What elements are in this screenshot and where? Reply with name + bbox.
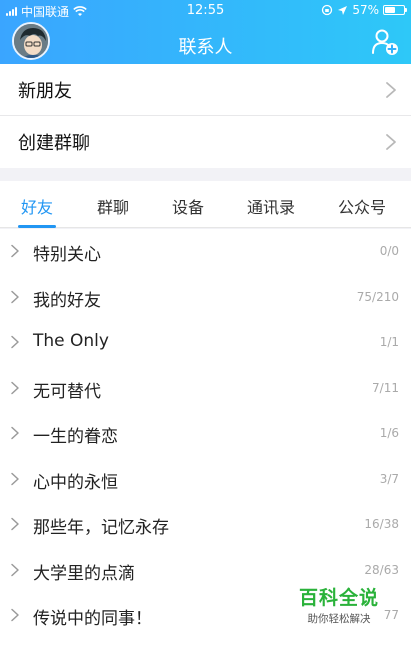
group-name: 一生的眷恋 — [33, 427, 118, 447]
active-tab-indicator — [18, 225, 56, 228]
add-contact-icon[interactable] — [371, 28, 399, 56]
menu-new-friends[interactable]: 新朋友 — [0, 64, 411, 116]
chevron-right-icon — [11, 472, 19, 485]
tab-address-book[interactable]: 通讯录 — [247, 194, 295, 218]
watermark-title: 百科全说 — [298, 587, 379, 609]
list-item[interactable]: 心中的永恒 3/7 — [0, 457, 411, 503]
chevron-right-icon — [11, 381, 19, 394]
chevron-right-icon — [11, 426, 19, 440]
menu-new-friends-label: 新朋友 — [18, 80, 72, 102]
chevron-right-icon — [11, 290, 19, 303]
list-item[interactable]: 那些年，记忆永存 16/38 — [0, 502, 411, 548]
list-item[interactable]: 我的好友 75/210 — [0, 275, 411, 321]
chevron-right-icon — [11, 608, 19, 622]
chevron-right-icon — [11, 244, 19, 258]
group-count: 3/7 — [379, 471, 399, 486]
tab-groups[interactable]: 群聊 — [97, 194, 129, 218]
group-name: 传说中的同事！ — [33, 609, 152, 629]
list-item[interactable]: 无可替代 7/11 — [0, 366, 411, 412]
chevron-right-icon — [386, 134, 396, 150]
chevron-right-icon — [11, 517, 19, 531]
header-bar: 中国联通 12:55 57% 联系人 — [0, 0, 411, 64]
status-bar: 中国联通 12:55 57% — [0, 0, 411, 22]
chevron-right-icon — [11, 335, 19, 349]
watermark-logo: 百科全说 助你轻松解决 — [294, 583, 384, 626]
chevron-right-icon — [386, 82, 396, 98]
menu-create-group-label: 创建群聊 — [18, 133, 90, 154]
group-name: The Only — [33, 331, 109, 351]
group-name: 那些年，记忆永存 — [33, 518, 169, 538]
group-count: 1/6 — [379, 426, 399, 440]
list-item[interactable]: 一生的眷恋 1/6 — [0, 411, 411, 457]
group-count: 0/0 — [379, 244, 399, 258]
list-item[interactable]: 特别关心 0/0 — [0, 229, 411, 275]
battery-icon — [383, 5, 407, 15]
group-count: 77 — [383, 608, 399, 622]
tab-official-accounts[interactable]: 公众号 — [338, 194, 386, 218]
menu-create-group[interactable]: 创建群聊 — [0, 116, 411, 168]
rotation-lock-icon — [322, 4, 333, 16]
group-name: 无可替代 — [33, 381, 101, 402]
tab-devices[interactable]: 设备 — [172, 194, 204, 218]
tab-friends[interactable]: 好友 — [21, 194, 53, 218]
location-icon — [338, 5, 348, 15]
group-count: 75/210 — [356, 289, 399, 304]
page-title: 联系人 — [178, 37, 233, 58]
group-name: 心中的永恒 — [33, 472, 118, 493]
group-name: 大学里的点滴 — [33, 563, 135, 584]
group-name: 我的好友 — [33, 290, 101, 311]
watermark-subtitle: 助你轻松解决 — [307, 613, 371, 625]
battery-percent: 57% — [352, 3, 379, 17]
group-count: 1/1 — [379, 335, 399, 349]
group-count: 7/11 — [372, 380, 399, 395]
top-menu: 新朋友 创建群聊 — [0, 64, 411, 168]
group-count: 16/38 — [364, 517, 399, 531]
contact-tabs: 好友 群聊 设备 通讯录 公众号 — [0, 181, 411, 228]
group-count: 28/63 — [364, 562, 399, 577]
list-item[interactable]: The Only 1/1 — [0, 320, 411, 366]
chevron-right-icon — [11, 563, 19, 576]
group-name: 特别关心 — [33, 245, 101, 265]
